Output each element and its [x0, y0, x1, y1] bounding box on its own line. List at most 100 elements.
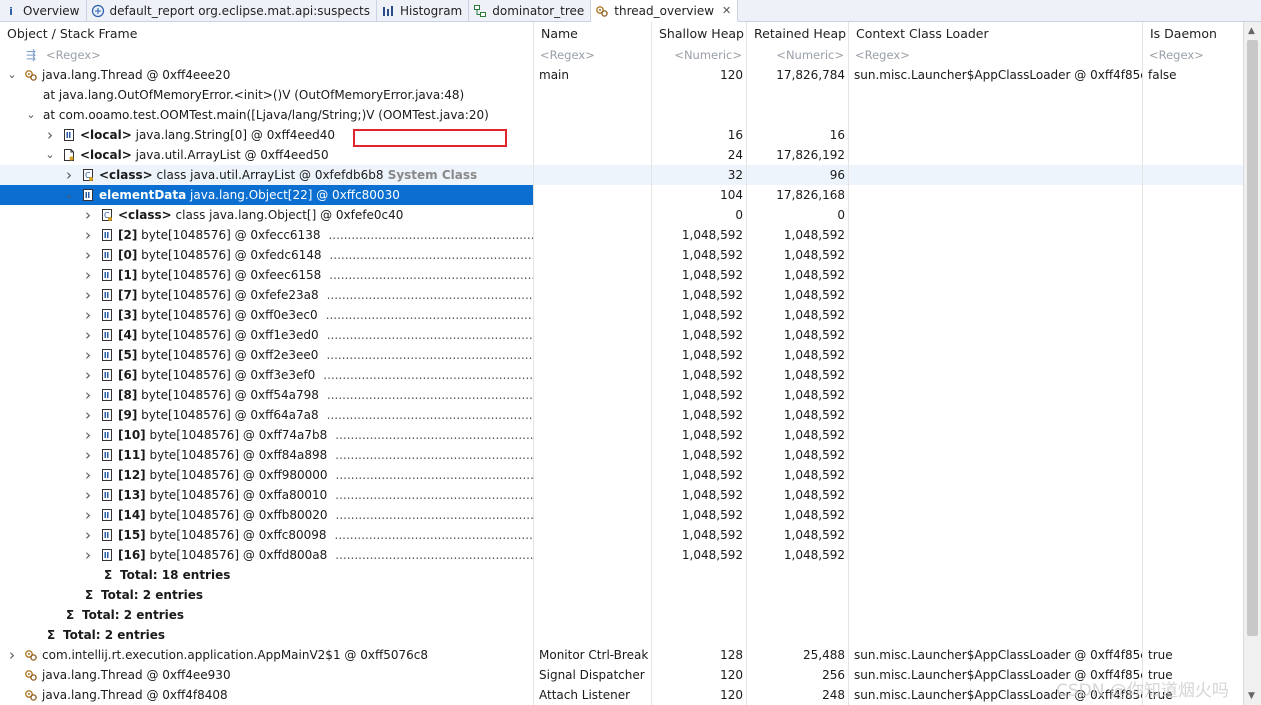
- collapse-icon[interactable]: ›: [82, 325, 94, 345]
- collapse-icon[interactable]: ›: [82, 305, 94, 325]
- expand-icon[interactable]: ⌄: [63, 185, 75, 205]
- collapse-icon[interactable]: ›: [82, 465, 94, 485]
- object-text: byte[1048576] @ 0xff84a898: [145, 448, 328, 462]
- object-cell: › [6] byte[1048576] @ 0xff3e3ef0.........…: [0, 365, 533, 385]
- table-row[interactable]: Σ Total: 18 entries: [0, 565, 1243, 585]
- filter-row: <Regex> <Regex> <Numeric> <Numeric> <Regex> <…: [0, 45, 1243, 65]
- name-cell: [534, 365, 651, 385]
- table-row[interactable]: at java.lang.OutOfMemoryError.<init>()V …: [0, 85, 1243, 105]
- table-row[interactable]: ⌄ java.lang.Thread @ 0xff4eee20 main 120 17,…: [0, 65, 1243, 85]
- table-row[interactable]: › <local> java.lang.String[0] @ 0xff4eed4…: [0, 125, 1243, 145]
- object-field-name: [13]: [118, 488, 146, 502]
- scroll-up-icon[interactable]: ▲: [1248, 26, 1255, 36]
- collapse-icon[interactable]: ›: [82, 425, 94, 445]
- table-row[interactable]: › [1] byte[1048576] @ 0xfeec6158.........…: [0, 265, 1243, 285]
- filter-input-3[interactable]: <Numeric>: [747, 45, 848, 65]
- is-daemon-cell: [1143, 245, 1243, 265]
- column-header-4[interactable]: Context Class Loader: [849, 23, 1142, 45]
- table-row[interactable]: › [16] byte[1048576] @ 0xffd800a8........…: [0, 545, 1243, 565]
- collapse-icon[interactable]: ›: [82, 485, 94, 505]
- object-label: at com.ooamo.test.OOMTest.main([Ljava/la…: [43, 105, 489, 125]
- object-field-name: [3]: [118, 308, 138, 322]
- tab-label: Histogram: [399, 4, 463, 18]
- table-row[interactable]: › [9] byte[1048576] @ 0xff64a7a8.........…: [0, 405, 1243, 425]
- class-loader-cell: [849, 425, 1142, 445]
- collapse-icon[interactable]: ›: [6, 645, 18, 665]
- vertical-scrollbar[interactable]: ▲ ▼: [1243, 22, 1261, 705]
- table-row[interactable]: › [5] byte[1048576] @ 0xff2e3ee0.........…: [0, 345, 1243, 365]
- collapse-icon[interactable]: ›: [82, 505, 94, 525]
- expand-icon[interactable]: ⌄: [44, 145, 56, 165]
- object-label: Total: 2 entries: [63, 625, 165, 645]
- tab-default-report[interactable]: default_report org.eclipse.mat.api:suspe…: [87, 0, 377, 22]
- tab-label: thread_overview: [614, 3, 715, 18]
- table-row[interactable]: › C <class> class java.util.ArrayList @ 0x…: [0, 165, 1243, 185]
- table-row[interactable]: Σ Total: 2 entries: [0, 605, 1243, 625]
- leader-dots: ........................................…: [326, 348, 533, 362]
- column-header-5[interactable]: Is Daemon: [1143, 23, 1243, 45]
- collapse-icon[interactable]: ›: [82, 365, 94, 385]
- tab-thread-overview[interactable]: thread_overview ✕: [591, 0, 739, 22]
- close-icon[interactable]: ✕: [722, 4, 731, 17]
- table-row[interactable]: › [15] byte[1048576] @ 0xffc80098........…: [0, 525, 1243, 545]
- array-icon: [100, 228, 114, 242]
- collapse-icon[interactable]: ›: [82, 225, 94, 245]
- expand-icon[interactable]: ⌄: [25, 105, 37, 125]
- collapse-icon[interactable]: ›: [82, 285, 94, 305]
- filter-input-1[interactable]: <Regex>: [534, 45, 651, 65]
- column-header-0[interactable]: Object / Stack Frame: [0, 23, 533, 45]
- column-header-3[interactable]: Retained Heap: [747, 23, 848, 45]
- tab-Overview[interactable]: i Overview: [0, 0, 87, 22]
- collapse-icon[interactable]: ›: [82, 345, 94, 365]
- collapse-icon[interactable]: ›: [82, 405, 94, 425]
- table-row[interactable]: › [6] byte[1048576] @ 0xff3e3ef0.........…: [0, 365, 1243, 385]
- column-header-2[interactable]: Shallow Heap: [652, 23, 746, 45]
- table-row[interactable]: › [11] byte[1048576] @ 0xff84a898........…: [0, 445, 1243, 465]
- scroll-down-icon[interactable]: ▼: [1248, 691, 1255, 701]
- table-row[interactable]: ⌄ <local> java.util.ArrayList @ 0xff4eed5…: [0, 145, 1243, 165]
- is-daemon-cell: [1143, 565, 1243, 585]
- tab-dominator-tree[interactable]: dominator_tree: [469, 0, 592, 22]
- filter-input-0[interactable]: <Regex>: [0, 45, 533, 65]
- retained-heap-cell: 1,048,592: [783, 328, 845, 342]
- collapse-icon[interactable]: ›: [82, 265, 94, 285]
- table-row[interactable]: › [14] byte[1048576] @ 0xffb80020........…: [0, 505, 1243, 525]
- table-row[interactable]: › com.intellij.rt.execution.application.A…: [0, 645, 1243, 665]
- tab-Histogram[interactable]: Histogram: [377, 0, 470, 22]
- scroll-thumb[interactable]: [1247, 40, 1258, 636]
- table-row[interactable]: › [10] byte[1048576] @ 0xff74a7b8........…: [0, 425, 1243, 445]
- leader-dots: ........................................…: [326, 328, 533, 342]
- table-row[interactable]: Σ Total: 2 entries: [0, 625, 1243, 645]
- collapse-icon[interactable]: ›: [82, 245, 94, 265]
- collapse-icon[interactable]: ›: [82, 205, 94, 225]
- collapse-icon[interactable]: ›: [82, 545, 94, 565]
- table-row[interactable]: › [0] byte[1048576] @ 0xfedc6148.........…: [0, 245, 1243, 265]
- table-row[interactable]: › [12] byte[1048576] @ 0xff980000........…: [0, 465, 1243, 485]
- array-icon: [100, 508, 114, 522]
- collapse-icon[interactable]: ›: [63, 165, 75, 185]
- table-row[interactable]: ⌄ elementData java.lang.Object[22] @ 0xff…: [0, 185, 1243, 205]
- object-field-name: [9]: [118, 408, 138, 422]
- table-row[interactable]: › [3] byte[1048576] @ 0xff0e3ec0.........…: [0, 305, 1243, 325]
- table-row[interactable]: ⌄ at com.ooamo.test.OOMTest.main([Ljava/l…: [0, 105, 1243, 125]
- table-row[interactable]: Σ Total: 2 entries: [0, 585, 1243, 605]
- object-field-name: [6]: [118, 368, 138, 382]
- filter-input-2[interactable]: <Numeric>: [652, 45, 746, 65]
- collapse-icon[interactable]: ›: [44, 125, 56, 145]
- filter-input-5[interactable]: <Regex>: [1143, 45, 1243, 65]
- name-cell: [534, 565, 651, 585]
- table-row[interactable]: › [8] byte[1048576] @ 0xff54a798.........…: [0, 385, 1243, 405]
- object-cell: › [14] byte[1048576] @ 0xffb80020........…: [0, 505, 533, 525]
- table-row[interactable]: › [13] byte[1048576] @ 0xffa80010........…: [0, 485, 1243, 505]
- column-header-1[interactable]: Name: [534, 23, 651, 45]
- table-row[interactable]: › [2] byte[1048576] @ 0xfecc6138.........…: [0, 225, 1243, 245]
- table-row[interactable]: › C <class> class java.lang.Object[] @ 0xf…: [0, 205, 1243, 225]
- collapse-icon[interactable]: ›: [82, 525, 94, 545]
- collapse-icon[interactable]: ›: [82, 385, 94, 405]
- object-field-name: [5]: [118, 348, 138, 362]
- collapse-icon[interactable]: ›: [82, 445, 94, 465]
- expand-icon[interactable]: ⌄: [6, 65, 18, 85]
- table-row[interactable]: › [4] byte[1048576] @ 0xff1e3ed0.........…: [0, 325, 1243, 345]
- table-row[interactable]: › [7] byte[1048576] @ 0xfefe23a8.........…: [0, 285, 1243, 305]
- filter-input-4[interactable]: <Regex>: [849, 45, 1142, 65]
